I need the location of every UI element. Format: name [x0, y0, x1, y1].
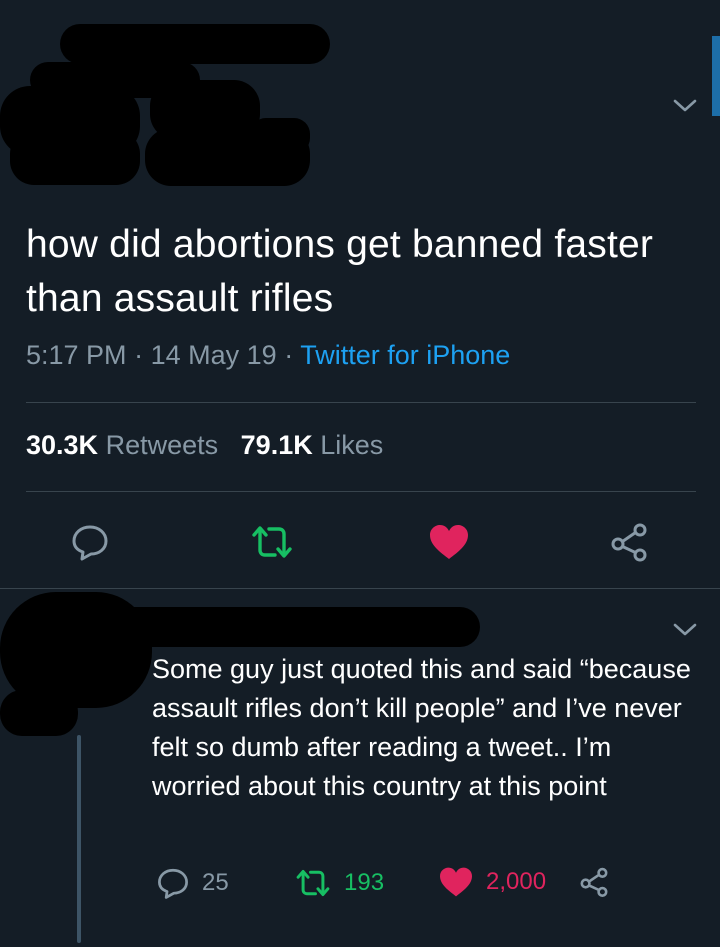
- speech-bubble-icon: [72, 525, 108, 561]
- like-button[interactable]: [426, 520, 472, 564]
- heart-icon: [430, 525, 468, 559]
- likes-stat[interactable]: 79.1K Likes: [241, 430, 384, 460]
- tweet-stats: 30.3K Retweets 79.1K Likes: [26, 430, 383, 461]
- retweets-label: Retweets: [105, 430, 219, 460]
- like-count: 2,000: [486, 868, 547, 895]
- retweet-arrows-icon: [296, 869, 330, 897]
- reply-more-chevron-down-icon[interactable]: [672, 622, 698, 638]
- retweet-button[interactable]: [248, 520, 296, 564]
- divider: [26, 491, 696, 492]
- more-options-chevron-down-icon[interactable]: [672, 98, 698, 114]
- likes-count: 79.1K: [240, 430, 313, 460]
- meta-separator: ·: [284, 340, 294, 370]
- scrollbar[interactable]: [712, 36, 720, 116]
- speech-bubble-icon: [158, 868, 188, 899]
- reply-reply-button[interactable]: 25: [156, 866, 229, 900]
- tweet-text: how did abortions get banned faster than…: [26, 223, 654, 320]
- thread-line: [77, 735, 81, 943]
- retweets-stat[interactable]: 30.3K Retweets: [26, 430, 218, 460]
- share-nodes-icon: [611, 523, 647, 562]
- likes-label: Likes: [320, 430, 384, 460]
- share-button[interactable]: [606, 520, 652, 564]
- retweet-arrows-icon: [252, 526, 292, 558]
- retweets-count: 30.3K: [26, 430, 99, 460]
- divider: [26, 402, 696, 403]
- tweet-meta: 5:17 PM · 14 May 19 · Twitter for iPhone: [26, 340, 510, 371]
- heart-icon: [440, 867, 472, 897]
- share-nodes-icon: [580, 867, 608, 898]
- tweet-time: 5:17 PM: [26, 340, 127, 370]
- retweet-count: 193: [344, 869, 385, 896]
- reply-text: Some guy just quoted this and said “beca…: [152, 654, 691, 801]
- reply-retweet-button[interactable]: 193: [294, 866, 384, 900]
- reply-count: 25: [202, 869, 229, 896]
- tweet-source-link[interactable]: Twitter for iPhone: [300, 340, 510, 370]
- meta-separator: ·: [134, 340, 144, 370]
- reply-share-button[interactable]: [578, 866, 622, 898]
- tweet-separator: [0, 588, 720, 589]
- reply-like-button[interactable]: 2,000: [438, 866, 546, 898]
- tweet-date: 14 May 19: [150, 340, 277, 370]
- reply-button[interactable]: [68, 520, 112, 564]
